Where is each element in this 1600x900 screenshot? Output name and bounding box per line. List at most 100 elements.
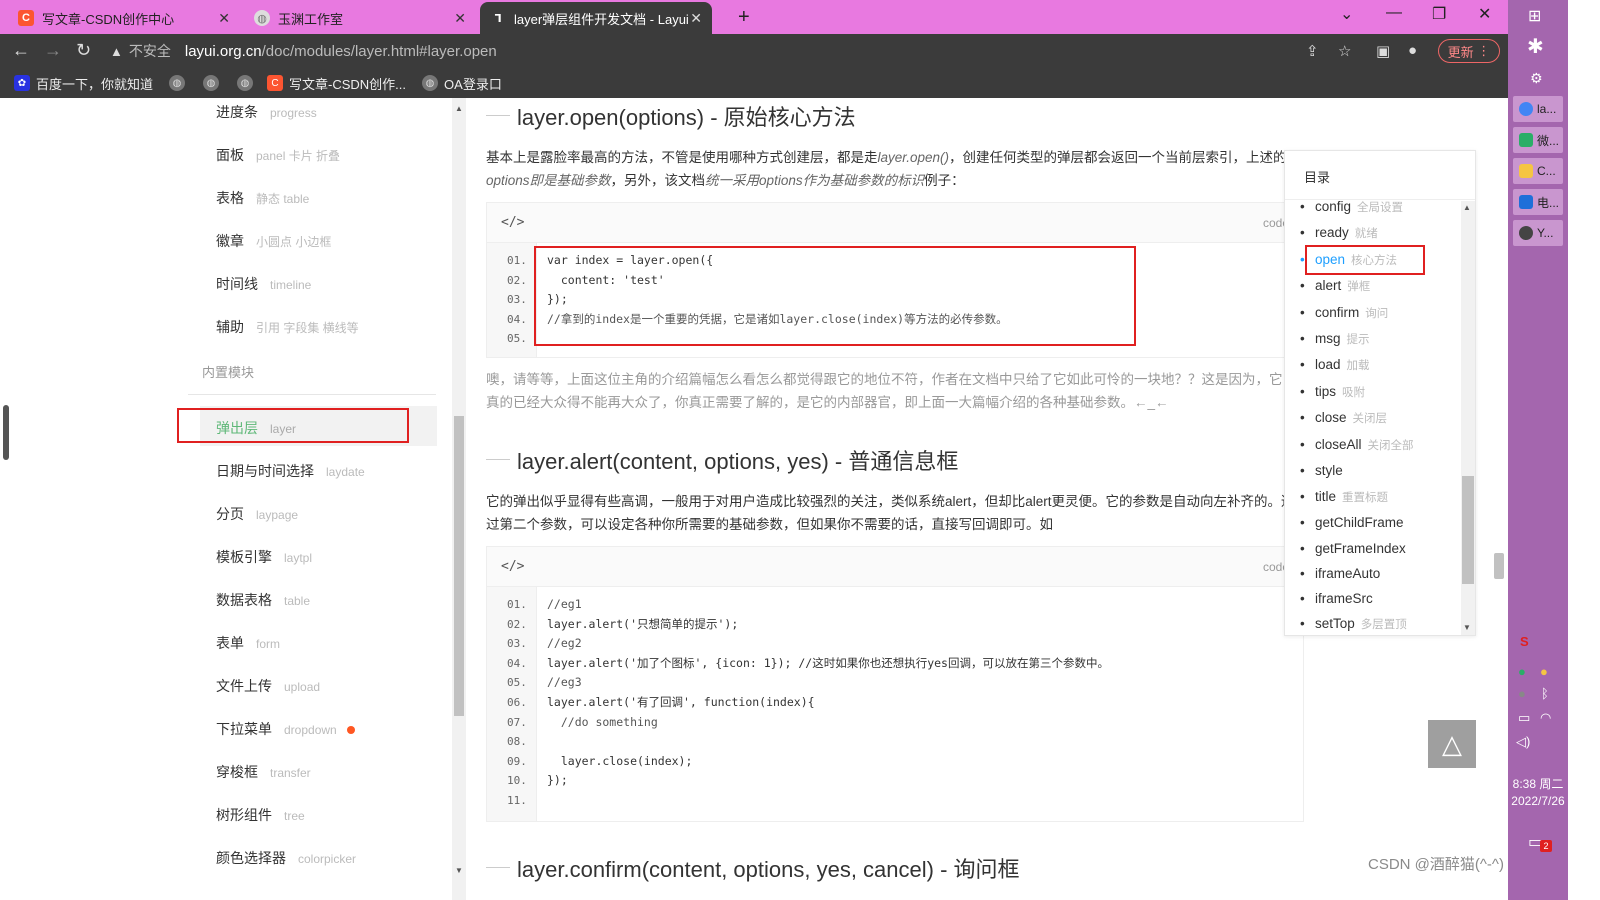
wechat-icon[interactable]: ● xyxy=(1518,664,1526,679)
sidepanel-icon[interactable]: ▣ xyxy=(1376,42,1390,60)
taskbar-app-video[interactable]: 电... xyxy=(1513,189,1563,215)
profile-icon[interactable]: ● xyxy=(1408,42,1417,59)
sidebar-item-table-static[interactable]: 表格 静态 table xyxy=(216,188,309,208)
taskbar-app-settings[interactable]: Y... xyxy=(1513,220,1563,246)
nav-sub: timeline xyxy=(270,278,312,292)
battery-icon[interactable]: ▭ xyxy=(1518,710,1530,726)
tab-layui[interactable]: ꓶ layer弹层组件开发文档 - Layui ✕ xyxy=(480,2,712,34)
bookmark-csdn[interactable]: C 写文章-CSDN创作... xyxy=(267,74,406,93)
sidebar-item-colorpicker[interactable]: 颜色选择器 colorpicker xyxy=(216,848,356,868)
bookmark-globe-1[interactable]: ◍ xyxy=(169,75,191,91)
drag-handle[interactable] xyxy=(3,405,9,460)
sidebar-item-badge[interactable]: 徽章 小圆点 小边框 xyxy=(216,231,331,251)
chevron-down-icon[interactable]: ⌄ xyxy=(1340,4,1353,24)
restore-icon[interactable]: ❐ xyxy=(1432,4,1446,24)
code-text: layer.close(index); xyxy=(547,753,693,768)
taskbar-app-label: 微... xyxy=(1537,133,1560,148)
close-icon[interactable]: ✕ xyxy=(690,10,702,27)
close-icon[interactable]: ✕ xyxy=(454,10,466,27)
bluetooth-icon[interactable]: ᛒ xyxy=(1541,686,1549,701)
close-icon[interactable]: ✕ xyxy=(218,10,230,27)
warning-icon: ▲ xyxy=(110,43,123,59)
tray-app-icon[interactable]: ● xyxy=(1518,686,1526,701)
toc-item-close[interactable]: close 关闭层 xyxy=(1300,410,1387,426)
sidebar-item-table[interactable]: 数据表格 table xyxy=(216,590,310,610)
tab-csdn[interactable]: C 写文章-CSDN创作中心 ✕ xyxy=(8,2,240,34)
page-scroll-thumb[interactable] xyxy=(1494,553,1504,579)
page-scrollbar[interactable] xyxy=(1490,98,1508,900)
share-icon[interactable]: ⇪ xyxy=(1306,42,1319,60)
tray-app-icon[interactable]: ● xyxy=(1540,664,1548,679)
taskbar-clock[interactable]: 8:38 周二 2022/7/26 xyxy=(1508,776,1568,810)
toc-item-iframesrc[interactable]: iframeSrc xyxy=(1300,591,1373,606)
toc-item-getframeindex[interactable]: getFrameIndex xyxy=(1300,541,1406,556)
sidebar-item-form[interactable]: 表单 form xyxy=(216,633,280,653)
nav-sub: upload xyxy=(284,680,321,694)
code-line: 06. layer.alert('有了回调', function(index){ xyxy=(487,693,1303,713)
toc-item-settop[interactable]: setTop 多层置顶 xyxy=(1300,616,1407,632)
forward-icon[interactable]: → xyxy=(44,40,62,61)
taskbar-app-chrome[interactable]: la... xyxy=(1513,96,1563,122)
toc-item-confirm[interactable]: confirm 询问 xyxy=(1300,305,1388,321)
bookmark-globe-2[interactable]: ◍ xyxy=(203,75,225,91)
heading-layer-open: layer.open(options) - 原始核心方法 xyxy=(517,105,856,130)
sidebar-item-laytpl[interactable]: 模板引擎 laytpl xyxy=(216,547,312,567)
settings-icon[interactable]: ⚙ xyxy=(1530,70,1543,87)
toc-item-title[interactable]: title 重置标题 xyxy=(1300,489,1388,505)
sidebar-scroll-thumb[interactable] xyxy=(454,416,464,716)
text: 例子： xyxy=(924,173,965,188)
minimize-icon[interactable]: — xyxy=(1386,4,1402,22)
wifi-icon[interactable]: ◠ xyxy=(1540,710,1551,726)
toc-item-ready[interactable]: ready 就绪 xyxy=(1300,225,1378,241)
new-tab-button[interactable]: + xyxy=(738,6,750,29)
sidebar-item-dropdown[interactable]: 下拉菜单 dropdown xyxy=(216,719,355,739)
back-icon[interactable]: ← xyxy=(12,40,30,61)
sidebar-item-panel[interactable]: 面板 panel 卡片 折叠 xyxy=(216,145,340,165)
sidebar-item-tree[interactable]: 树形组件 tree xyxy=(216,805,305,825)
toc-item-load[interactable]: load 加载 xyxy=(1300,357,1369,373)
toc-item-getchildframe[interactable]: getChildFrame xyxy=(1300,515,1403,530)
taskbar-app-wechat[interactable]: 微... xyxy=(1513,127,1563,153)
toc-item-closeall[interactable]: closeAll 关闭全部 xyxy=(1300,437,1413,453)
sidebar-item-progress[interactable]: 进度条 progress xyxy=(216,102,317,122)
line-number: 10. xyxy=(507,774,527,788)
toc-item-alert[interactable]: alert 弹框 xyxy=(1300,278,1370,294)
sidebar-item-auxiliar[interactable]: 辅助 引用 字段集 横线等 xyxy=(216,317,359,337)
sidebar-item-transfer[interactable]: 穿梭框 transfer xyxy=(216,762,311,782)
scroll-up-icon[interactable]: ▲ xyxy=(1463,203,1471,212)
toc-item-msg[interactable]: msg 提示 xyxy=(1300,331,1369,347)
taskbar-app-files[interactable]: C... xyxy=(1513,158,1563,184)
toc-scroll-thumb[interactable] xyxy=(1462,476,1474,584)
toc-item-config[interactable]: config 全局设置 xyxy=(1300,199,1403,215)
update-button[interactable]: 更新 ⋮ xyxy=(1438,39,1500,63)
csdn-icon: C xyxy=(267,75,284,91)
toc-item-tips[interactable]: tips 吸附 xyxy=(1300,384,1365,400)
bookmark-oa[interactable]: ◍ OA登录口 xyxy=(422,74,502,93)
windows-start-icon[interactable]: ⊞ xyxy=(1528,6,1541,26)
reload-icon[interactable]: ↻ xyxy=(76,40,91,61)
tab-yuyuan[interactable]: ◍ 玉渊工作室 ✕ xyxy=(244,2,476,34)
back-to-top-button[interactable]: △ xyxy=(1428,720,1476,768)
url-field[interactable]: ▲ 不安全 layui.org.cn /doc/modules/layer.ht… xyxy=(110,38,1360,64)
scroll-up-icon[interactable]: ▲ xyxy=(455,104,463,113)
nav-label: 文件上传 xyxy=(216,678,272,694)
search-assistant-icon[interactable]: ✱ xyxy=(1527,34,1544,59)
sidebar-item-laydate[interactable]: 日期与时间选择 laydate xyxy=(216,461,365,481)
star-icon[interactable]: ☆ xyxy=(1338,42,1351,60)
sogou-icon[interactable]: S xyxy=(1520,634,1529,649)
sidebar-item-timeline[interactable]: 时间线 timeline xyxy=(216,274,311,294)
sidebar-item-upload[interactable]: 文件上传 upload xyxy=(216,676,320,696)
bookmark-baidu[interactable]: ✿ 百度一下，你就知道 xyxy=(14,74,153,93)
scroll-down-icon[interactable]: ▼ xyxy=(455,866,463,875)
toc-label: iframeAuto xyxy=(1315,566,1381,581)
sidebar-item-laypage[interactable]: 分页 laypage xyxy=(216,504,298,524)
bookmark-globe-3[interactable]: ◍ xyxy=(237,75,259,91)
close-window-icon[interactable]: ✕ xyxy=(1478,4,1491,24)
toc-item-style[interactable]: style xyxy=(1300,463,1343,478)
scroll-down-icon[interactable]: ▼ xyxy=(1463,623,1471,632)
toc-item-iframeauto[interactable]: iframeAuto xyxy=(1300,566,1381,581)
line-number: 01. xyxy=(507,254,527,267)
volume-icon[interactable]: ◁) xyxy=(1516,734,1530,750)
taskbar-app-label: C... xyxy=(1537,164,1556,178)
address-bar: ← → ↻ ▲ 不安全 layui.org.cn /doc/modules/la… xyxy=(0,34,1508,68)
